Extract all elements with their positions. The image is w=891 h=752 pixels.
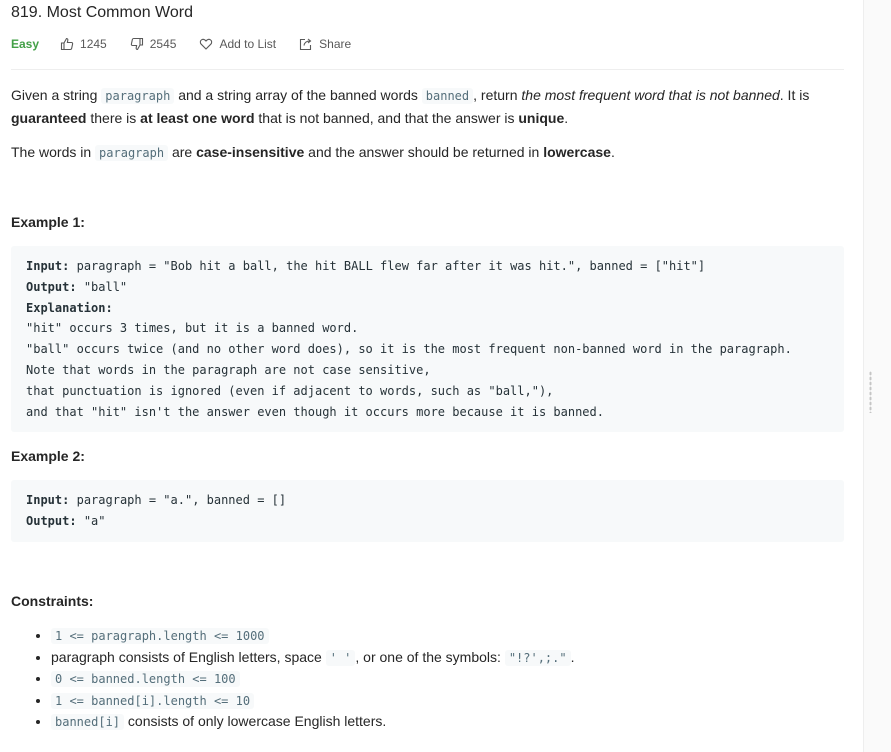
text: paragraph consists of English letters, s…	[51, 648, 322, 665]
thumbs-down-icon	[130, 37, 143, 51]
constraint-item: banned[i] consists of only lowercase Eng…	[51, 711, 575, 733]
constraint-item: paragraph consists of English letters, s…	[51, 647, 575, 669]
right-panel-splitter[interactable]	[863, 0, 891, 752]
example-2-block: Input: paragraph = "a.", banned = [] Out…	[11, 480, 844, 542]
text: are	[171, 144, 193, 160]
text: that is not banned, and that the answer …	[258, 110, 515, 126]
inline-code: banned	[421, 88, 474, 104]
bold-text: guaranteed	[11, 110, 87, 126]
problem-meta-bar: Easy 1245 2545 Add to List Share	[11, 37, 374, 51]
output-label: Output:	[26, 279, 77, 294]
inline-code: "!?',;."	[504, 649, 571, 666]
explanation-line: Note that words in the paragraph are not…	[26, 362, 431, 377]
bold-text: unique	[518, 110, 565, 126]
text: .	[570, 648, 575, 665]
text: there is	[90, 110, 137, 126]
emphasis-text: the most frequent word that is not banne…	[521, 87, 780, 103]
like-count: 1245	[80, 37, 107, 51]
text: , or one of the symbols:	[355, 648, 501, 665]
inline-code: paragraph	[101, 88, 175, 104]
output-value: "a"	[83, 513, 106, 528]
explanation-line: "hit" occurs 3 times, but it is a banned…	[26, 321, 359, 336]
text: , return	[473, 87, 518, 103]
text: .	[564, 110, 569, 126]
input-label: Input:	[26, 493, 70, 507]
example-1-block: Input: paragraph = "Bob hit a ball, the …	[11, 246, 844, 432]
explanation-line: that punctuation is ignored (even if adj…	[26, 383, 554, 398]
add-to-list-button[interactable]: Add to List	[199, 37, 276, 51]
constraint-item: 1 <= banned[i].length <= 10	[51, 690, 575, 712]
constraint-item: 0 <= banned.length <= 100	[51, 668, 575, 690]
text: and the answer should be returned in	[308, 144, 540, 160]
inline-code: paragraph	[95, 145, 169, 161]
inline-code: 1 <= paragraph.length <= 1000	[51, 628, 269, 644]
constraint-item: 1 <= paragraph.length <= 1000	[51, 625, 575, 647]
explanation-line: and that "hit" isn't the answer even tho…	[26, 404, 604, 419]
text: . It is	[779, 87, 810, 103]
share-icon	[300, 38, 312, 51]
inline-code: 1 <= banned[i].length <= 10	[51, 692, 255, 709]
example-1-heading: Example 1:	[11, 214, 85, 230]
input-label: Input:	[26, 259, 70, 273]
constraints-heading: Constraints:	[11, 593, 94, 609]
heart-icon	[200, 38, 213, 50]
dislike-count: 2545	[149, 37, 177, 51]
dislike-button[interactable]: 2545	[130, 37, 177, 51]
share-button[interactable]: Share	[299, 37, 351, 51]
add-to-list-label: Add to List	[219, 37, 277, 51]
problem-title: 819. Most Common Word	[11, 4, 193, 21]
explanation-line: "ball" occurs twice (and no other word d…	[26, 342, 792, 357]
bold-text: case-insensitive	[196, 144, 305, 160]
explanation-label: Explanation:	[26, 300, 113, 315]
inline-code: 0 <= banned.length <= 100	[51, 671, 240, 687]
divider	[11, 69, 844, 70]
difficulty-badge: Easy	[11, 37, 40, 51]
drag-handle-icon[interactable]	[869, 371, 872, 413]
text: The words in	[11, 144, 92, 160]
thumbs-up-icon	[60, 37, 74, 51]
text: Given a string	[11, 87, 98, 103]
input-value: paragraph = "a.", banned = []	[76, 493, 287, 507]
share-label: Share	[319, 37, 352, 51]
bold-text: lowercase	[543, 144, 611, 160]
text: and a string array of the banned words	[178, 87, 418, 103]
input-value: paragraph = "Bob hit a ball, the hit BAL…	[76, 259, 706, 273]
description-paragraph-2: The words in paragraph are case-insensit…	[11, 141, 811, 164]
example-2-heading: Example 2:	[11, 448, 85, 464]
inline-code: ' '	[325, 649, 356, 666]
constraints-list: 1 <= paragraph.length <= 1000 paragraph …	[11, 625, 575, 733]
bold-text: at least one word	[140, 110, 255, 126]
text: .	[610, 144, 615, 160]
like-button[interactable]: 1245	[60, 37, 107, 51]
description-paragraph-1: Given a string paragraph and a string ar…	[11, 84, 811, 129]
output-value: "ball"	[83, 279, 128, 294]
inline-code: banned[i]	[51, 714, 125, 730]
output-label: Output:	[26, 513, 77, 528]
text: consists of only lowercase English lette…	[127, 713, 387, 729]
